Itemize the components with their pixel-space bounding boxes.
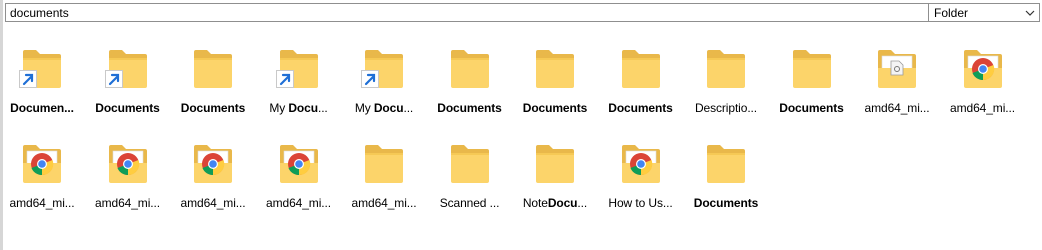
folder-icon: [962, 46, 1004, 94]
folder-item-label: My Docu...: [342, 101, 426, 115]
folder-item[interactable]: My Docu...: [342, 46, 426, 118]
folder-icon: [192, 46, 234, 94]
chrome-icon: [287, 153, 310, 176]
folder-item[interactable]: Scanned ...: [428, 141, 512, 213]
chrome-icon: [629, 153, 652, 176]
folder-icon: [620, 46, 662, 94]
folder-item-label: Scanned ...: [439, 196, 500, 210]
folder-item[interactable]: amd64_mi...: [0, 141, 84, 213]
folder-item-label: Descriptio...: [694, 101, 758, 115]
folder-item-label: amd64_mi...: [351, 196, 417, 210]
chrome-icon: [116, 153, 139, 176]
folder-icon: [705, 46, 747, 94]
folder-item-label: Documents: [779, 101, 844, 115]
label-part: Docu: [547, 196, 578, 210]
folder-item[interactable]: amd64_mi...: [86, 141, 170, 213]
folder-icon: [361, 46, 405, 94]
folder-icon: [104, 46, 149, 94]
folder-item[interactable]: Documents: [86, 46, 170, 118]
folder-icon: [192, 141, 234, 189]
shortcut-arrow-icon: [104, 70, 123, 88]
label-part: Docu: [288, 101, 318, 115]
folder-item[interactable]: Descriptio...: [684, 46, 768, 118]
folder-item-label: Documents: [437, 101, 502, 115]
folder-icon: [534, 141, 576, 189]
folder-item-label: amd64_mi...: [180, 196, 246, 210]
folder-item[interactable]: My Docu...: [257, 46, 341, 118]
label-part: ...: [317, 101, 328, 115]
search-input[interactable]: [5, 3, 933, 22]
folder-item-label: Documents: [180, 101, 246, 115]
folder-item-label: Documents: [95, 101, 160, 115]
folder-item[interactable]: Documents: [171, 46, 255, 118]
chrome-icon: [202, 153, 225, 176]
label-part: ...: [577, 196, 588, 210]
label-part: My: [354, 101, 374, 115]
folder-icon: [534, 46, 576, 94]
folder-item-label: amd64_mi...: [266, 196, 331, 210]
search-bar: Folder: [0, 0, 1042, 26]
folder-icon: [449, 141, 491, 189]
label-part: ...: [403, 101, 414, 115]
folder-item[interactable]: amd64_mi...: [342, 141, 426, 213]
folder-item[interactable]: amd64_mi...: [855, 46, 939, 118]
chevron-down-icon: [1025, 10, 1035, 16]
type-filter-value: Folder: [934, 6, 969, 20]
folder-item[interactable]: amd64_mi...: [941, 46, 1025, 118]
folder-item-label: amd64_mi...: [950, 101, 1015, 115]
folder-icon: [705, 141, 747, 189]
folder-icon: [107, 141, 149, 189]
file-icon: [890, 60, 904, 76]
folder-icon: [449, 46, 491, 94]
folder-item-label: amd64_mi...: [95, 196, 160, 210]
label-part: Docu: [373, 101, 404, 115]
folder-item-label: Documents: [693, 196, 759, 210]
folder-icon: [21, 141, 63, 189]
folder-item-label: NoteDocu...: [513, 196, 597, 210]
shortcut-arrow-icon: [275, 70, 294, 88]
label-part: Note: [522, 196, 548, 210]
folder-item[interactable]: Documen...: [0, 46, 84, 118]
shortcut-arrow-icon: [19, 70, 37, 88]
folder-icon: [275, 46, 320, 94]
type-filter-dropdown[interactable]: Folder: [928, 3, 1040, 22]
folder-icon: [19, 46, 63, 94]
chrome-icon: [31, 153, 54, 176]
label-part: My: [269, 101, 289, 115]
folder-icon: [278, 141, 320, 189]
folder-item[interactable]: NoteDocu...: [513, 141, 597, 213]
folder-item[interactable]: Documents: [684, 141, 768, 213]
folder-item-label: amd64_mi...: [864, 101, 930, 115]
shortcut-arrow-icon: [361, 70, 379, 88]
folder-icon: [620, 141, 662, 189]
folder-item-label: How to Us...: [608, 196, 673, 210]
folder-icon: [876, 46, 918, 94]
folder-item-label: Documen...: [10, 101, 74, 115]
folder-item-label: Documents: [608, 101, 673, 115]
folder-icon: [791, 46, 833, 94]
folder-item[interactable]: Documents: [428, 46, 512, 118]
folder-icon: [363, 141, 405, 189]
folder-item[interactable]: Documents: [513, 46, 597, 118]
folder-item-label: My Docu...: [257, 101, 341, 115]
folder-item-label: amd64_mi...: [9, 196, 75, 210]
folder-item[interactable]: amd64_mi...: [171, 141, 255, 213]
folder-item[interactable]: amd64_mi...: [257, 141, 341, 213]
folder-item-label: Documents: [522, 101, 588, 115]
folder-item[interactable]: Documents: [770, 46, 854, 118]
chrome-icon: [971, 58, 994, 81]
folder-item[interactable]: How to Us...: [599, 141, 683, 213]
folder-item[interactable]: Documents: [599, 46, 683, 118]
